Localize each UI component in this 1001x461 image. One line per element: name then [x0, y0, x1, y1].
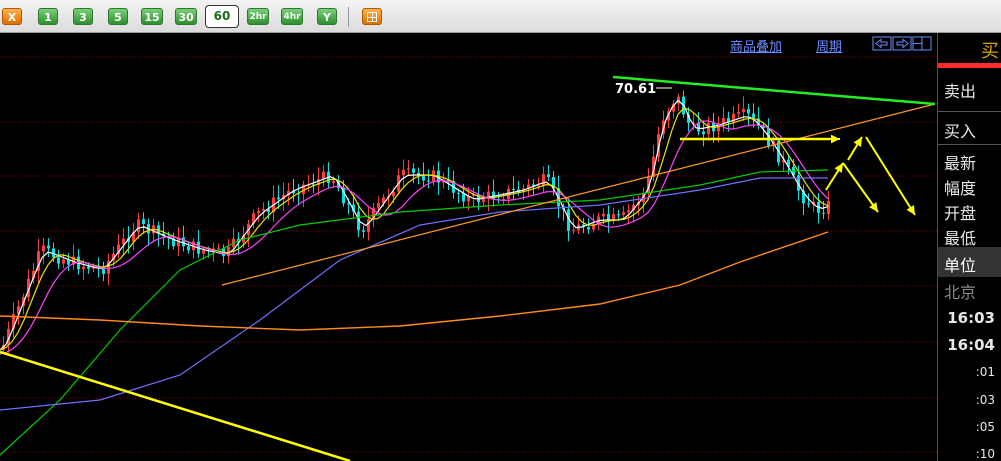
- time-label: 16:03: [947, 309, 995, 327]
- candle-body: [482, 199, 485, 203]
- candle-body: [332, 181, 335, 183]
- ma-blue-line: [0, 177, 828, 411]
- time-label: :03: [975, 393, 995, 407]
- candle-body: [807, 203, 810, 205]
- candle-body: [602, 213, 605, 217]
- candle-body: [217, 248, 220, 250]
- unit-label: 单位: [944, 256, 977, 275]
- sell-label: 卖出: [944, 82, 977, 101]
- trend-resistance-line: [612, 75, 936, 106]
- arrow-down-2-head: [869, 202, 878, 212]
- candle-body: [572, 230, 575, 232]
- candle-body: [737, 111, 740, 114]
- latest-label: 最新: [944, 154, 977, 173]
- candle-body: [202, 250, 205, 254]
- period-4hr-button[interactable]: 4hr: [281, 8, 303, 25]
- period-link[interactable]: 周期: [816, 36, 842, 55]
- candle-body: [617, 214, 620, 216]
- candle-body: [512, 189, 515, 191]
- candlestick-chart[interactable]: 70.61: [0, 33, 937, 461]
- candle-body: [367, 219, 370, 232]
- toolbar-separator: [348, 7, 349, 27]
- candle-body: [322, 171, 325, 180]
- panel-toggle-icon[interactable]: [912, 36, 932, 51]
- arrow-right-icon[interactable]: [892, 36, 912, 51]
- candle-body: [742, 109, 745, 112]
- candle-body: [627, 210, 630, 213]
- arrow-left-icon[interactable]: [872, 36, 892, 51]
- period-2hr-button[interactable]: 2hr: [247, 8, 269, 25]
- candle-body: [707, 122, 710, 135]
- grid-button[interactable]: [362, 8, 382, 25]
- candle-body: [57, 257, 60, 264]
- candle-body: [412, 168, 415, 173]
- candle-body: [47, 245, 50, 249]
- candle-body: [82, 266, 85, 270]
- candle-body: [42, 245, 45, 252]
- candle-body: [747, 109, 750, 114]
- candle-body: [137, 219, 140, 233]
- candle-body: [427, 180, 430, 182]
- candle-body: [587, 227, 590, 230]
- candle-body: [407, 168, 410, 170]
- side-panel-header-char: 买: [981, 41, 999, 62]
- candle-body: [257, 210, 260, 214]
- candle-body: [377, 203, 380, 208]
- toolbar: X 1 3 5 15 30 60 2hr 4hr Y: [0, 0, 1001, 33]
- side-panel-red-bar: [938, 63, 1001, 68]
- candle-body: [542, 174, 545, 186]
- buy-label: 买入: [944, 122, 977, 141]
- ma-green-line: [0, 169, 829, 456]
- time-label: 16:04: [947, 336, 995, 354]
- candle-body: [62, 259, 65, 264]
- grid-icon: [367, 12, 377, 22]
- candle-body: [187, 246, 190, 251]
- change-label: 幅度: [944, 179, 977, 198]
- candle-body: [457, 192, 460, 194]
- period-15-button[interactable]: 15: [141, 8, 163, 25]
- period-3-button[interactable]: 3: [73, 8, 93, 25]
- candle-body: [182, 237, 185, 247]
- candle-body: [277, 197, 280, 200]
- beijing-label: 北京: [944, 283, 977, 302]
- arrow-right-head: [830, 134, 840, 144]
- candle-body: [142, 219, 145, 225]
- high-price-label: 70.61: [615, 82, 656, 97]
- low-label: 最低: [944, 229, 977, 248]
- side-panel-divider: [938, 144, 1001, 145]
- time-label: :01: [975, 365, 995, 379]
- arrow-down-2: [842, 162, 879, 213]
- side-panel-divider: [938, 111, 1001, 112]
- candle-body: [362, 230, 365, 232]
- side-panel-header: 买: [938, 33, 1001, 63]
- candle-body: [722, 118, 725, 124]
- overlay-commodity-link[interactable]: 商品叠加: [730, 36, 782, 55]
- quote-side-panel: 买 卖出 买入 最新 幅度 开盘 最低 单位 北京 16:03 16:04 :0…: [937, 33, 1001, 461]
- period-60-button[interactable]: 60: [205, 5, 239, 28]
- candle-body: [622, 212, 625, 216]
- time-label: :05: [975, 420, 995, 434]
- time-label: :10: [975, 447, 995, 461]
- candle-body: [702, 131, 705, 135]
- period-year-button[interactable]: Y: [317, 8, 337, 25]
- candle-body: [262, 209, 265, 211]
- candle-body: [752, 113, 755, 119]
- open-label: 开盘: [944, 204, 977, 223]
- candle-body: [822, 212, 825, 214]
- period-5-button[interactable]: 5: [108, 8, 128, 25]
- period-30-button[interactable]: 30: [175, 8, 197, 25]
- ma-magenta-line: [0, 120, 829, 355]
- close-chart-button[interactable]: X: [2, 8, 22, 25]
- ma-orange-line: [0, 231, 829, 331]
- candle-body: [402, 169, 405, 176]
- period-1-button[interactable]: 1: [38, 8, 58, 25]
- candle-body: [547, 174, 550, 178]
- candle-body: [87, 266, 90, 269]
- nav-icons[interactable]: [872, 36, 936, 52]
